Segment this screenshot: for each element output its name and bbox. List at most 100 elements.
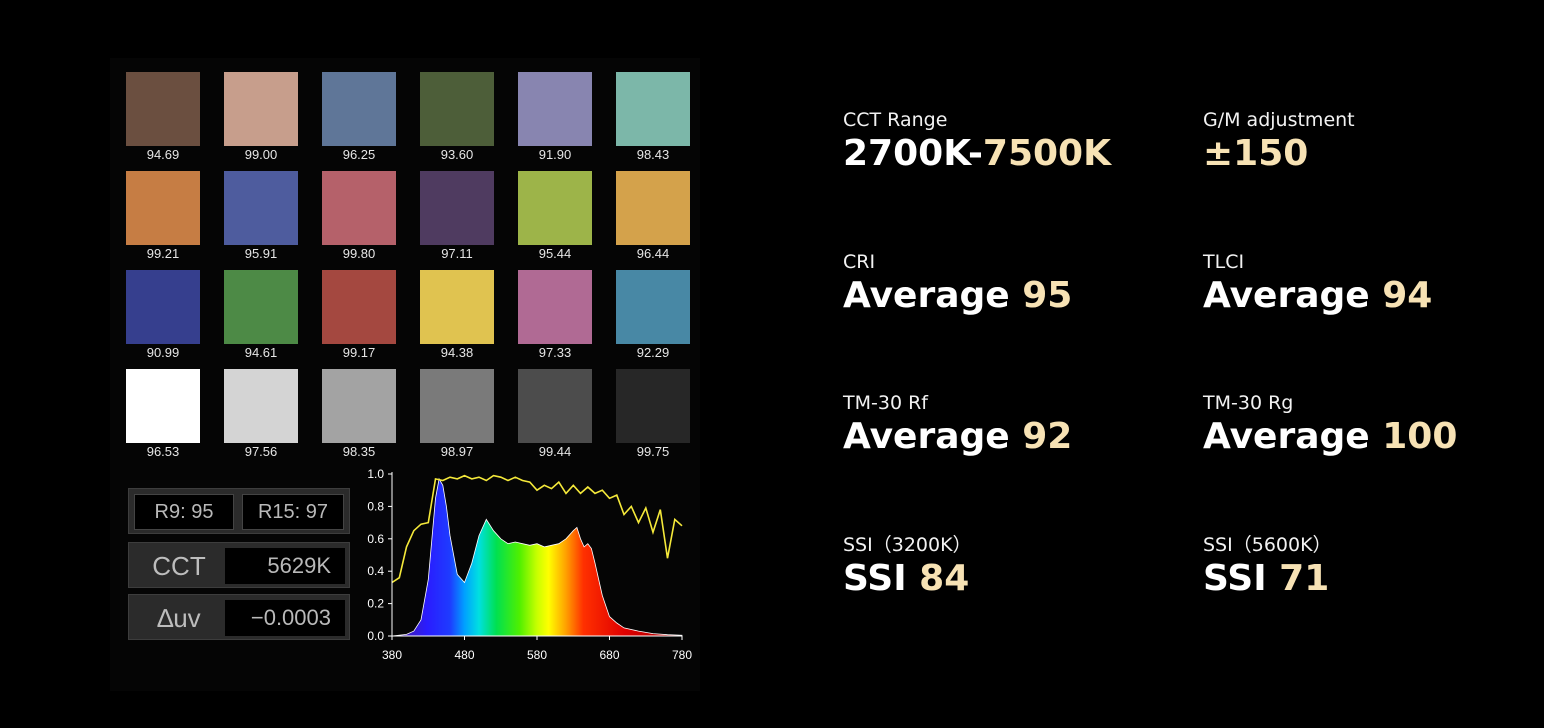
color-swatch bbox=[322, 270, 396, 344]
spec-label: G/M adjustment bbox=[1203, 109, 1355, 131]
color-swatch bbox=[322, 72, 396, 146]
cct-readout: CCT 5629K bbox=[128, 542, 350, 588]
swatch-value: 99.80 bbox=[342, 246, 376, 261]
spec-value: SSI 71 bbox=[1203, 557, 1332, 601]
swatch-value: 95.91 bbox=[244, 246, 278, 261]
swatch-value: 96.44 bbox=[636, 246, 670, 261]
spec-label: SSI（5600K） bbox=[1203, 533, 1332, 556]
color-swatch bbox=[322, 171, 396, 245]
color-swatch bbox=[126, 72, 200, 146]
color-swatch bbox=[126, 270, 200, 344]
x-tick-label: 480 bbox=[454, 648, 474, 662]
spec-value: 2700K-7500K bbox=[843, 132, 1111, 176]
spec-value-highlight: 71 bbox=[1279, 557, 1330, 599]
duv-value: −0.0003 bbox=[225, 600, 345, 636]
duv-label: ∆uv bbox=[157, 602, 201, 633]
spec-value-highlight: 100 bbox=[1382, 416, 1458, 457]
color-swatch bbox=[420, 72, 494, 146]
swatch-value: 94.61 bbox=[244, 345, 278, 360]
spec-label: TM-30 Rf bbox=[843, 392, 928, 414]
y-tick-label: 0.4 bbox=[367, 564, 384, 578]
y-tick-label: 0.0 bbox=[367, 629, 384, 643]
swatch-value: 98.43 bbox=[636, 147, 670, 162]
swatch-value: 91.90 bbox=[538, 147, 572, 162]
swatch-value: 97.56 bbox=[244, 444, 278, 459]
color-swatch bbox=[420, 369, 494, 443]
spec-value-main: Average bbox=[843, 416, 1023, 457]
spec-label: CCT Range bbox=[843, 109, 948, 131]
r15-value: R15: 97 bbox=[242, 494, 344, 530]
color-swatch bbox=[224, 369, 298, 443]
x-tick-label: 780 bbox=[672, 648, 692, 662]
spec-value-highlight: 92 bbox=[1022, 416, 1073, 457]
spec-value-highlight: 84 bbox=[919, 557, 970, 599]
spec-value-highlight: ±150 bbox=[1203, 133, 1309, 174]
color-swatch bbox=[224, 270, 298, 344]
spec-value: Average 94 bbox=[1203, 274, 1432, 318]
spec-value-main: Average bbox=[843, 274, 1023, 316]
color-swatch bbox=[518, 270, 592, 344]
swatch-value: 99.75 bbox=[636, 444, 670, 459]
y-tick-label: 0.6 bbox=[367, 532, 384, 546]
spec-value-highlight: 95 bbox=[1022, 274, 1073, 316]
cct-label: CCT bbox=[152, 550, 206, 581]
r9-value: R9: 95 bbox=[134, 494, 234, 530]
swatch-value: 97.33 bbox=[538, 345, 572, 360]
spec-value-highlight: 7500K bbox=[982, 133, 1111, 174]
spec-value: Average 100 bbox=[1203, 415, 1457, 459]
spec-block: CCT Range 2700K-7500K bbox=[843, 108, 1111, 176]
swatch-value: 98.97 bbox=[440, 444, 474, 459]
swatch-value: 96.25 bbox=[342, 147, 376, 162]
spec-value: SSI 84 bbox=[843, 557, 972, 601]
color-swatch bbox=[518, 171, 592, 245]
spectral-power-chart: 0.0 0.2 0.4 0.6 0.8 1.0 380 480 580 680 780 bbox=[367, 467, 692, 662]
color-swatch bbox=[224, 171, 298, 245]
swatch-value: 97.11 bbox=[441, 246, 473, 261]
color-swatch bbox=[616, 171, 690, 245]
spec-label: CRI bbox=[843, 250, 876, 273]
spec-label: TLCI bbox=[1203, 250, 1245, 273]
swatch-value: 99.44 bbox=[538, 444, 572, 459]
r-values-readout: R9: 95 R15: 97 bbox=[128, 488, 350, 534]
swatch-value: 93.60 bbox=[440, 147, 474, 162]
spec-value-highlight: 94 bbox=[1382, 274, 1433, 316]
color-swatch bbox=[126, 369, 200, 443]
y-tick-label: 0.8 bbox=[367, 499, 384, 513]
swatch-value: 96.53 bbox=[146, 444, 180, 459]
spec-value: Average 92 bbox=[843, 415, 1072, 459]
color-rendering-panel: 94.69 99.00 96.25 93.60 91.90 98.43 99.21 95.91… bbox=[110, 58, 700, 691]
spectrum-area bbox=[391, 477, 683, 637]
color-swatch bbox=[420, 171, 494, 245]
color-swatch bbox=[616, 72, 690, 146]
swatch-value: 99.21 bbox=[146, 246, 180, 261]
color-swatch bbox=[224, 72, 298, 146]
x-tick-label: 580 bbox=[527, 648, 547, 662]
swatch-value: 99.00 bbox=[244, 147, 278, 162]
spec-block: G/M adjustment ±150 bbox=[1203, 108, 1355, 176]
spec-value-main: SSI bbox=[1203, 557, 1280, 599]
spec-block: TM-30 Rg Average 100 bbox=[1203, 391, 1457, 459]
x-tick-label: 680 bbox=[599, 648, 619, 662]
swatch-value: 94.69 bbox=[146, 147, 180, 162]
color-swatch bbox=[616, 270, 690, 344]
spec-block: TLCI Average 94 bbox=[1203, 250, 1432, 318]
spec-value-main: Average bbox=[1203, 416, 1383, 457]
swatch-value: 95.44 bbox=[538, 246, 572, 261]
spec-value-main: Average bbox=[1203, 274, 1383, 316]
spec-block: TM-30 Rf Average 92 bbox=[843, 391, 1072, 459]
spec-label: SSI（3200K） bbox=[843, 533, 972, 556]
swatch-value: 94.38 bbox=[440, 345, 474, 360]
spec-block: SSI（5600K） SSI 71 bbox=[1203, 533, 1332, 601]
color-swatch bbox=[420, 270, 494, 344]
cct-value: 5629K bbox=[225, 548, 345, 584]
x-tick-label: 380 bbox=[382, 648, 402, 662]
color-swatch bbox=[616, 369, 690, 443]
spec-value: ±150 bbox=[1203, 132, 1355, 176]
swatch-value: 98.35 bbox=[342, 444, 376, 459]
duv-readout: ∆uv −0.0003 bbox=[128, 594, 350, 640]
color-swatch bbox=[518, 72, 592, 146]
spec-value-main: SSI bbox=[843, 557, 920, 599]
spec-block: CRI Average 95 bbox=[843, 250, 1072, 318]
swatch-value: 99.17 bbox=[342, 345, 376, 360]
y-tick-label: 0.2 bbox=[367, 597, 384, 611]
